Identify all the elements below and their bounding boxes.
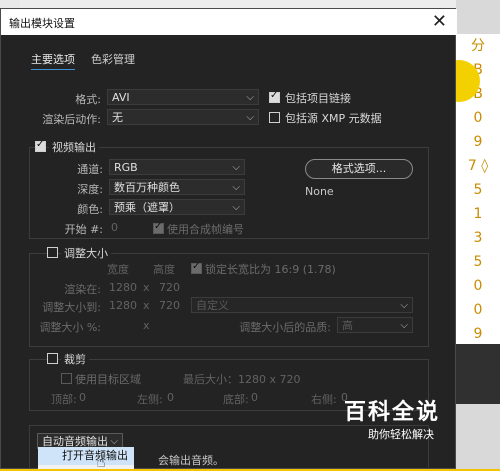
lock-aspect-label: 锁定长宽比为 16:9 (1.78): [205, 263, 336, 276]
video-output-checkbox[interactable]: [35, 139, 46, 152]
format-select[interactable]: AVI ⌵: [107, 89, 259, 105]
watermark: 百科全说 助你轻松解决: [344, 394, 468, 448]
post-render-label: 渲染后动作:: [42, 113, 101, 126]
color-select[interactable]: 预乘（遮罩） ⌵: [109, 199, 245, 215]
format-label: 格式:: [75, 93, 101, 106]
resize-checkbox[interactable]: [47, 247, 58, 258]
resize-to-width[interactable]: 1280: [109, 299, 137, 312]
audio-note: 会输出音频。: [158, 454, 224, 467]
background-cell: 3: [456, 226, 500, 251]
chevron-down-icon: ⌵: [246, 112, 254, 123]
resize-quality-label: 调整大小后的品质:: [239, 321, 331, 334]
watermark-subtitle: 助你轻松解决: [368, 428, 434, 441]
crop-label: 裁剪: [61, 351, 89, 367]
resize-pct-label: 调整大小 %:: [39, 321, 101, 334]
background-top: [0, 0, 500, 8]
start-frame-label: 开始 #:: [64, 223, 103, 236]
audio-dropdown-menu: 打开音频输出: [38, 447, 134, 469]
close-icon[interactable]: ✕: [432, 11, 447, 32]
resize-to-x: x: [143, 299, 150, 312]
height-header: 高度: [153, 263, 175, 276]
use-comp-frame-checkbox[interactable]: [153, 221, 164, 234]
background-cell: 9: [456, 130, 500, 155]
render-at-x: x: [143, 281, 150, 294]
lock-aspect-checkbox[interactable]: [191, 261, 202, 274]
crop-left-value[interactable]: 0: [167, 391, 174, 404]
start-frame-value: 0: [111, 221, 118, 234]
dialog-title: 输出模块设置: [9, 17, 75, 30]
chevron-down-icon: ⌵: [400, 320, 408, 331]
depth-value: 数百万种颜色: [114, 181, 180, 194]
resize-quality-value: 高: [342, 319, 353, 332]
crop-right-label: 右侧:: [311, 393, 337, 406]
crop-top-label: 顶部:: [51, 393, 77, 406]
format-value: AVI: [112, 91, 130, 104]
watermark-logo: 百科全说: [344, 400, 441, 425]
channel-value: RGB: [114, 161, 138, 174]
crop-left-label: 左侧:: [137, 393, 163, 406]
resize-to-height[interactable]: 720: [159, 299, 180, 312]
crop-bottom-label: 底部:: [223, 393, 249, 406]
chevron-down-icon: ⌵: [232, 202, 240, 213]
resize-to-label: 调整大小到:: [42, 301, 101, 314]
resize-quality-select[interactable]: 高 ⌵: [337, 317, 413, 333]
mouse-cursor-icon: ☝: [96, 452, 106, 471]
crop-top-value[interactable]: 0: [79, 391, 86, 404]
depth-label: 深度:: [77, 183, 103, 196]
background-cell: 0: [456, 274, 500, 299]
format-options-button[interactable]: 格式选项...: [305, 159, 413, 179]
resize-preset-select[interactable]: 自定义 ⌵: [191, 297, 413, 313]
resize-pct-x: x: [143, 319, 150, 332]
render-at-label: 渲染在:: [64, 283, 101, 296]
crop-final-size: 最后大小：1280 x 720: [183, 373, 301, 386]
channel-label: 通道:: [77, 163, 103, 176]
tab-color-management[interactable]: 色彩管理: [91, 51, 135, 67]
channel-select[interactable]: RGB ⌵: [109, 159, 245, 175]
use-comp-frame-label: 使用合成帧编号: [167, 223, 244, 236]
render-at-height: 720: [159, 281, 180, 294]
menu-item-audio-output-on[interactable]: 打开音频输出: [38, 447, 134, 465]
include-xmp-checkbox[interactable]: [269, 112, 280, 123]
background-cell: 5: [456, 178, 500, 203]
depth-select[interactable]: 数百万种颜色 ⌵: [109, 179, 245, 195]
use-roi-label: 使用目标区域: [75, 373, 141, 386]
background-cell: 0: [456, 298, 500, 323]
chevron-down-icon: ⌵: [246, 92, 254, 103]
codec-text: None: [305, 185, 334, 198]
post-render-value: 无: [112, 111, 123, 124]
color-label: 颜色:: [77, 203, 103, 216]
render-at-width: 1280: [109, 281, 137, 294]
crop-bottom-value[interactable]: 0: [251, 391, 258, 404]
chevron-down-icon: ⌵: [232, 182, 240, 193]
resize-label: 调整大小: [61, 245, 111, 261]
background-cell: 7 ◊: [456, 154, 500, 179]
post-render-select[interactable]: 无 ⌵: [107, 109, 259, 125]
chevron-down-icon: ⌵: [232, 162, 240, 173]
color-value: 预乘（遮罩）: [114, 201, 180, 214]
background-cell: 5: [456, 250, 500, 275]
resize-preset-value: 自定义: [196, 299, 229, 312]
include-project-link-checkbox[interactable]: [269, 90, 280, 103]
include-xmp-label: 包括源 XMP 元数据: [285, 112, 382, 125]
use-roi-checkbox[interactable]: [61, 373, 72, 384]
chevron-down-icon: ⌵: [400, 300, 408, 311]
tab-main-options[interactable]: 主要选项: [31, 51, 75, 70]
include-project-link-label: 包括项目链接: [285, 92, 351, 105]
width-header: 宽度: [107, 263, 129, 276]
background-cell: 0: [456, 106, 500, 131]
video-output-label: 视频输出: [49, 139, 99, 155]
background-cell: 分: [456, 34, 500, 59]
background-cell: 1: [456, 202, 500, 227]
crop-checkbox[interactable]: [47, 353, 58, 364]
dialog-titlebar: 输出模块设置 ✕: [1, 9, 457, 35]
